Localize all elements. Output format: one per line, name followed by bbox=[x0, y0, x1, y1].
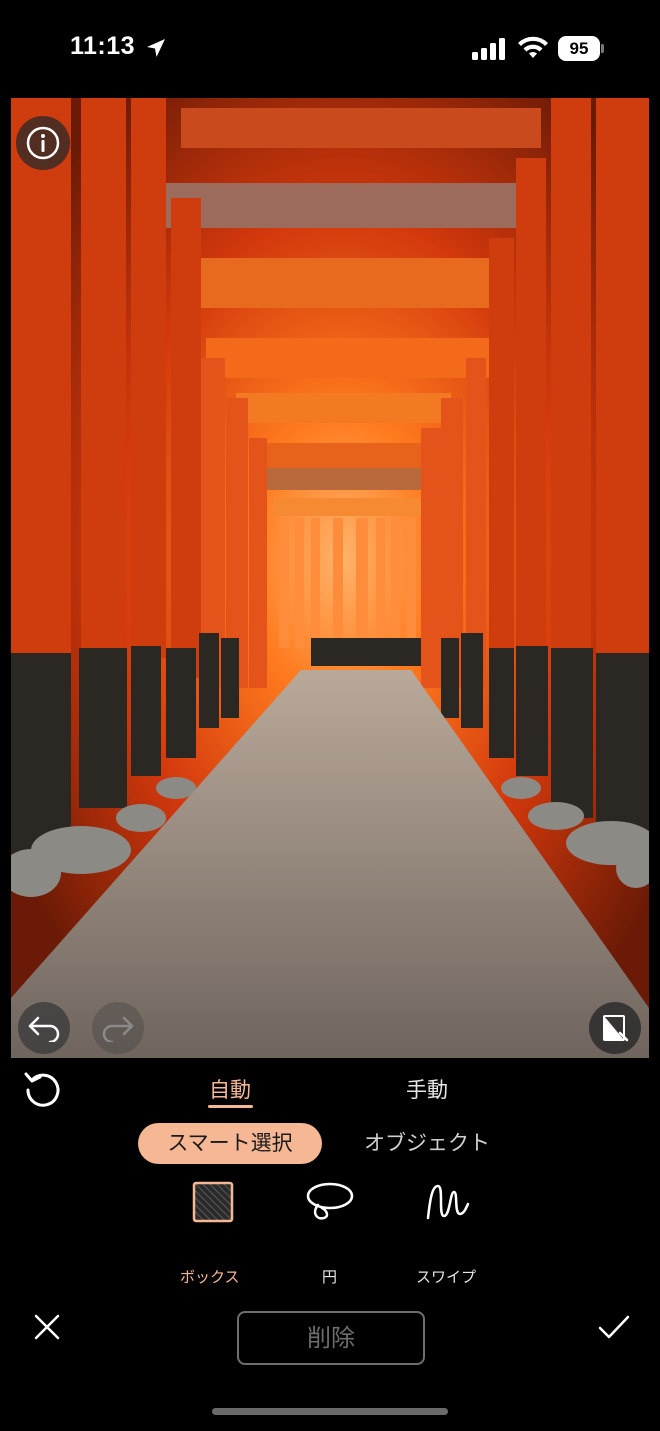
swipe-squiggle-icon[interactable] bbox=[424, 1180, 472, 1224]
tab-auto[interactable]: 自動 bbox=[209, 1074, 251, 1104]
compare-icon bbox=[603, 1015, 629, 1042]
redo-icon bbox=[102, 1016, 134, 1042]
edited-photo[interactable] bbox=[11, 98, 649, 1058]
tool-label-swipe: スワイプ bbox=[416, 1268, 477, 1286]
box-select-icon[interactable] bbox=[191, 1180, 235, 1224]
location-arrow-icon bbox=[147, 39, 165, 57]
battery-cap bbox=[601, 44, 604, 53]
compare-button[interactable] bbox=[589, 1002, 641, 1054]
undo-button[interactable] bbox=[18, 1002, 70, 1054]
reset-icon[interactable] bbox=[22, 1068, 64, 1110]
undo-icon bbox=[28, 1016, 60, 1042]
status-bar: 11:13 95 bbox=[0, 0, 660, 98]
smart-select-chip[interactable]: スマート選択 bbox=[138, 1123, 322, 1164]
tool-label-box: ボックス bbox=[180, 1268, 240, 1286]
checkmark-icon[interactable] bbox=[597, 1312, 631, 1342]
home-indicator[interactable] bbox=[212, 1408, 448, 1415]
object-select-chip[interactable]: オブジェクト bbox=[364, 1123, 490, 1164]
status-time: 11:13 bbox=[70, 32, 136, 60]
tool-label-circle: 円 bbox=[322, 1268, 338, 1286]
battery-level: 95 bbox=[558, 36, 600, 61]
redo-button[interactable] bbox=[92, 1002, 144, 1054]
torii-tunnel-photo bbox=[11, 98, 649, 1058]
signal-bars-icon bbox=[472, 38, 505, 60]
tab-manual[interactable]: 手動 bbox=[406, 1074, 448, 1104]
info-icon bbox=[26, 126, 60, 160]
wifi-icon bbox=[518, 36, 548, 58]
info-button[interactable] bbox=[16, 116, 70, 170]
delete-button[interactable]: 削除 bbox=[237, 1311, 425, 1365]
lasso-circle-icon[interactable] bbox=[304, 1180, 356, 1224]
close-icon[interactable] bbox=[32, 1312, 62, 1342]
tab-auto-indicator bbox=[208, 1105, 253, 1108]
